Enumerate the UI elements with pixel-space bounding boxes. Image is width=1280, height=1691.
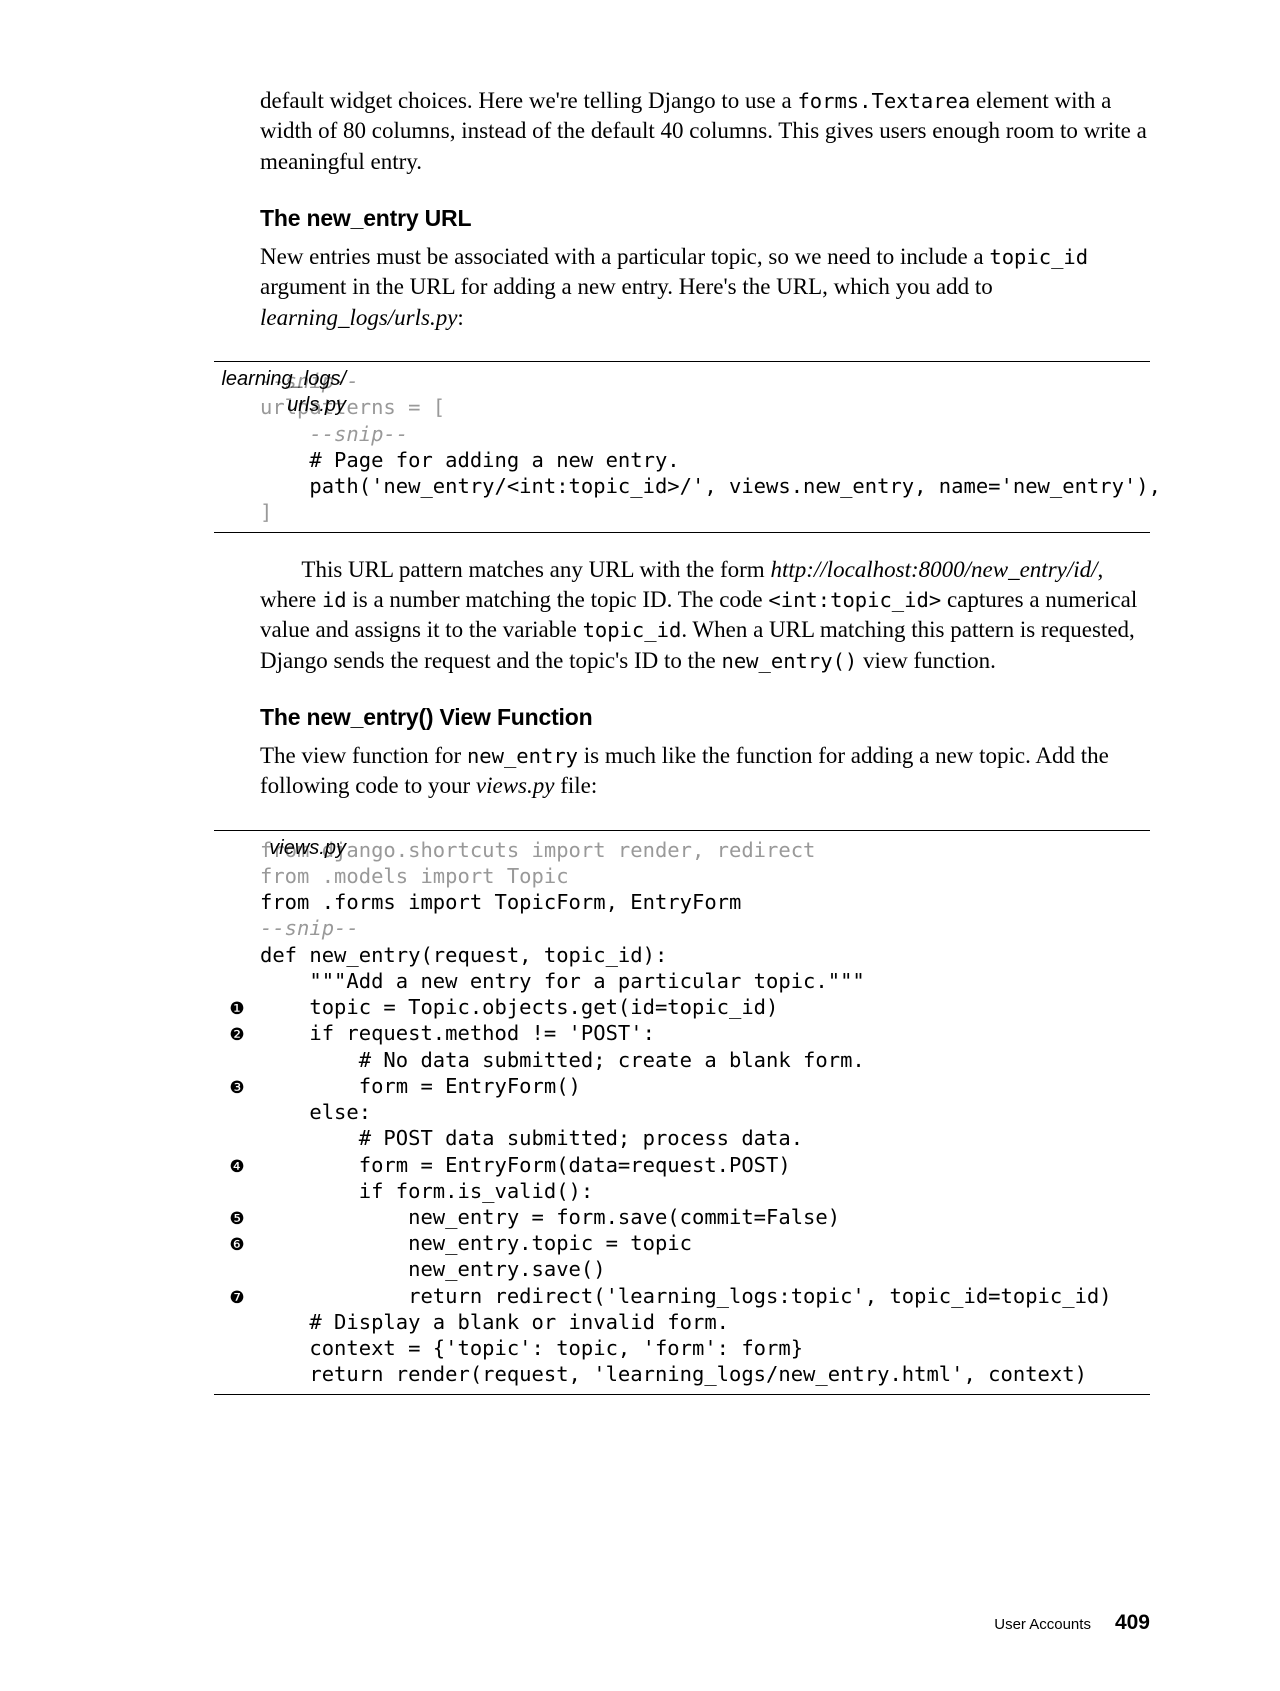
text: argument in the URL for adding a new ent… [260, 274, 993, 299]
footer-page-number: 409 [1115, 1611, 1150, 1635]
callout-5: ❺ [214, 1208, 260, 1230]
filename: learning_logs/urls.py [260, 305, 457, 330]
paragraph-continuation: default widget choices. Here we're telli… [260, 86, 1150, 177]
code-line: new_entry.save() [260, 1256, 606, 1282]
code-line: if request.method != 'POST': [260, 1020, 655, 1046]
code-line: new_entry = form.save(commit=False) [260, 1204, 840, 1230]
text: : [457, 305, 463, 330]
code-line: topic = Topic.objects.get(id=topic_id) [260, 994, 778, 1020]
inline-code: forms.Textarea [797, 89, 970, 113]
paragraph-url-intro: New entries must be associated with a pa… [260, 242, 1150, 333]
text: file: [554, 773, 597, 798]
heading-new-entry-view: The new_entry() View Function [260, 704, 1150, 731]
code-line: return redirect('learning_logs:topic', t… [260, 1283, 1112, 1309]
code-line: ] [260, 499, 272, 525]
code-line: path('new_entry/<int:topic_id>/', views.… [260, 473, 1161, 499]
url-example: http://localhost:8000/new_entry/id/ [770, 557, 1097, 582]
text: The view function for [260, 743, 467, 768]
heading-new-entry-url: The new_entry URL [260, 205, 1150, 232]
text: New entries must be associated with a pa… [260, 244, 989, 269]
callout-2: ❷ [214, 1024, 260, 1046]
code-file-label: learning_logs/ urls.py [128, 367, 346, 418]
code-line: --snip-- [260, 915, 359, 941]
file-label-line-1: learning_logs/ [128, 367, 346, 393]
code-line: form = EntryForm(data=request.POST) [260, 1152, 791, 1178]
callout-1: ❶ [214, 998, 260, 1020]
code-block-views: from django.shortcuts import render, red… [214, 830, 1150, 1395]
code-file-label: views.py [128, 836, 346, 862]
callout-3: ❸ [214, 1077, 260, 1099]
code-line: # Page for adding a new entry. [260, 447, 680, 473]
paragraph-url-explain: This URL pattern matches any URL with th… [260, 555, 1150, 676]
code-line: # POST data submitted; process data. [260, 1125, 803, 1151]
inline-code: topic_id [583, 618, 682, 642]
filename: views.py [476, 773, 555, 798]
code-line: if form.is_valid(): [260, 1178, 593, 1204]
inline-code: <int:topic_id> [768, 588, 941, 612]
inline-code: new_entry() [721, 649, 857, 673]
page: default widget choices. Here we're telli… [0, 0, 1280, 1691]
code-line: return render(request, 'learning_logs/ne… [260, 1361, 1087, 1387]
page-footer: User Accounts 409 [994, 1611, 1150, 1635]
callout-4: ❹ [214, 1156, 260, 1178]
text: view function. [857, 648, 996, 673]
callout-7: ❼ [214, 1287, 260, 1309]
code-line: from .forms import TopicForm, EntryForm [260, 889, 741, 915]
text: default widget choices. Here we're telli… [260, 88, 797, 113]
code-line: new_entry.topic = topic [260, 1230, 692, 1256]
inline-code: id [322, 588, 347, 612]
code-line: context = {'topic': topic, 'form': form} [260, 1335, 803, 1361]
code-line: # Display a blank or invalid form. [260, 1309, 729, 1335]
code-line: from .models import Topic [260, 863, 569, 889]
footer-chapter-title: User Accounts [994, 1616, 1091, 1633]
inline-code: new_entry [467, 744, 578, 768]
code-line: else: [260, 1099, 371, 1125]
callout-6: ❻ [214, 1234, 260, 1256]
text: is a number matching the topic ID. The c… [347, 587, 769, 612]
code-line: # No data submitted; create a blank form… [260, 1047, 865, 1073]
code-line: --snip-- [260, 421, 408, 447]
code-line: form = EntryForm() [260, 1073, 581, 1099]
file-label-line: views.py [128, 836, 346, 862]
text: This URL pattern matches any URL with th… [301, 557, 770, 582]
inline-code: topic_id [989, 245, 1088, 269]
code-line: def new_entry(request, topic_id): [260, 942, 667, 968]
code-block-urlpatterns: --snip-- urlpatterns = [ --snip-- # Page… [214, 361, 1150, 532]
paragraph-view-intro: The view function for new_entry is much … [260, 741, 1150, 802]
file-label-line-2: urls.py [128, 393, 346, 419]
code-line: """Add a new entry for a particular topi… [260, 968, 865, 994]
